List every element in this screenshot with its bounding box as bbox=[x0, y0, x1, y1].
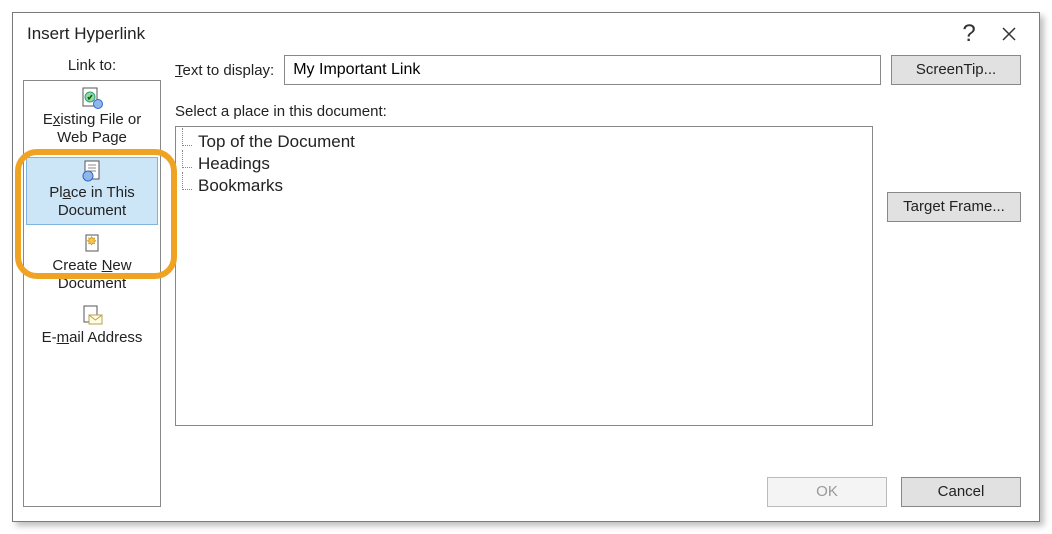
link-to-panel: Link to: Existing File or Web Page bbox=[23, 55, 161, 507]
titlebar: Insert Hyperlink ? bbox=[13, 13, 1039, 55]
linkto-existing-file[interactable]: Existing File or Web Page bbox=[24, 85, 160, 151]
screentip-button[interactable]: ScreenTip... bbox=[891, 55, 1021, 85]
insert-hyperlink-dialog: Insert Hyperlink ? Link to: Existing Fil… bbox=[12, 12, 1040, 522]
tree-item-top[interactable]: Top of the Document bbox=[182, 131, 866, 153]
help-button[interactable]: ? bbox=[949, 18, 989, 50]
close-icon bbox=[1001, 26, 1017, 42]
place-tree[interactable]: Top of the Document Headings Bookmarks bbox=[175, 126, 873, 426]
tree-connector-icon bbox=[182, 128, 192, 146]
text-to-display-label: Text to display: bbox=[175, 62, 274, 79]
linkto-place-in-document[interactable]: Place in This Document bbox=[26, 157, 158, 225]
close-button[interactable] bbox=[989, 18, 1029, 50]
linkto-email-address[interactable]: E-mail Address bbox=[24, 303, 160, 351]
ok-button[interactable]: OK bbox=[767, 477, 887, 507]
cancel-button[interactable]: Cancel bbox=[901, 477, 1021, 507]
target-frame-button[interactable]: Target Frame... bbox=[887, 192, 1021, 222]
email-icon bbox=[79, 305, 105, 327]
tree-connector-icon bbox=[182, 172, 192, 190]
linkto-create-new-document[interactable]: Create New Document bbox=[24, 231, 160, 297]
text-to-display-input[interactable] bbox=[284, 55, 881, 85]
select-place-label: Select a place in this document: bbox=[175, 103, 1021, 120]
tree-item-headings[interactable]: Headings bbox=[182, 153, 866, 175]
existing-file-icon bbox=[79, 87, 105, 109]
new-doc-icon bbox=[79, 233, 105, 255]
main-panel: Text to display: ScreenTip... Select a p… bbox=[175, 55, 1021, 507]
link-to-list: Existing File or Web Page Place in This … bbox=[23, 80, 161, 507]
link-to-label: Link to: bbox=[23, 57, 161, 74]
tree-connector-icon bbox=[182, 150, 192, 168]
dialog-title: Insert Hyperlink bbox=[27, 24, 145, 44]
place-doc-icon bbox=[79, 160, 105, 182]
tree-item-bookmarks[interactable]: Bookmarks bbox=[182, 175, 866, 197]
